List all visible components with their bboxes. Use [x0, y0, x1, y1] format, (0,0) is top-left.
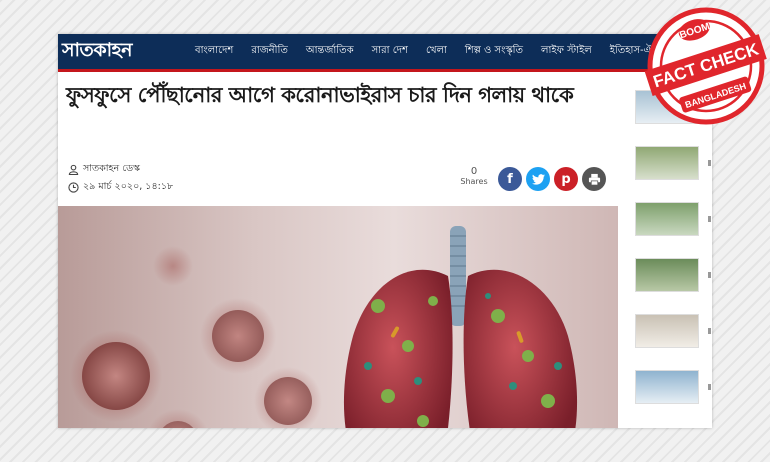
print-icon	[588, 173, 600, 185]
nav-menu: বাংলাদেশ রাজনীতি আন্তর্জাতিক সারা দেশ খে…	[186, 43, 679, 60]
article-date: ২৯ মার্চ ২০২০, ১৪:১৮	[68, 180, 173, 195]
nav-item-politics[interactable]: রাজনীতি	[242, 43, 297, 60]
publish-date: ২৯ মার্চ ২০২০, ১৪:১৮	[83, 181, 174, 192]
print-button[interactable]: ⎙	[582, 167, 606, 191]
share-label: Shares	[460, 177, 488, 186]
article-hero-image	[58, 206, 618, 428]
related-text-3[interactable]	[708, 216, 711, 222]
share-count: 0	[470, 166, 478, 177]
twitter-icon	[531, 173, 545, 185]
nav-item-lifestyle[interactable]: লাইফ স্টাইল	[532, 43, 601, 60]
related-text-4[interactable]	[708, 272, 711, 278]
related-thumb-2[interactable]	[635, 146, 699, 180]
top-navbar: সাতকাহন বাংলাদেশ রাজনীতি আন্তর্জাতিক সার…	[58, 34, 712, 72]
user-icon	[68, 164, 79, 175]
facebook-share-button[interactable]: f	[498, 167, 522, 191]
related-thumb-4[interactable]	[635, 258, 699, 292]
pinterest-icon: p	[561, 171, 571, 187]
clock-icon	[68, 182, 79, 193]
related-thumb-3[interactable]	[635, 202, 699, 236]
pinterest-share-button[interactable]: p	[554, 167, 578, 191]
article: ফুসফুসে পৌঁছানোর আগে করোনাভাইরাস চার দিন…	[58, 72, 618, 428]
social-share-buttons: f t p ⎙	[498, 167, 606, 191]
related-text-6[interactable]	[708, 384, 711, 390]
nav-item-arts-culture[interactable]: শিল্প ও সংস্কৃতি	[456, 43, 532, 60]
related-text-2[interactable]	[708, 160, 711, 166]
article-author: সাতকাহন ডেস্ক	[68, 162, 140, 177]
share-counter: 0 Shares	[456, 166, 492, 186]
article-headline: ফুসফুসে পৌঁছানোর আগে করোনাভাইরাস চার দিন…	[66, 83, 574, 107]
site-logo[interactable]: সাতকাহন	[58, 36, 186, 68]
website-frame: সাতকাহন বাংলাদেশ রাজনীতি আন্তর্জাতিক সার…	[58, 34, 712, 428]
boom-fact-check-badge: BOOM FACT CHECK BANGLADESH	[644, 7, 767, 125]
nav-item-international[interactable]: আন্তর্জাতিক	[297, 43, 363, 60]
related-thumb-5[interactable]	[635, 314, 699, 348]
related-thumb-6[interactable]	[635, 370, 699, 404]
lungs-virus-illustration	[70, 226, 578, 428]
author-name[interactable]: সাতকাহন ডেস্ক	[83, 162, 140, 177]
facebook-icon: f	[507, 171, 513, 187]
nav-item-bangladesh[interactable]: বাংলাদেশ	[186, 43, 242, 60]
nav-item-country[interactable]: সারা দেশ	[363, 43, 417, 60]
nav-item-sports[interactable]: খেলা	[417, 43, 456, 60]
related-text-5[interactable]	[708, 328, 711, 334]
twitter-share-button[interactable]: t	[526, 167, 550, 191]
